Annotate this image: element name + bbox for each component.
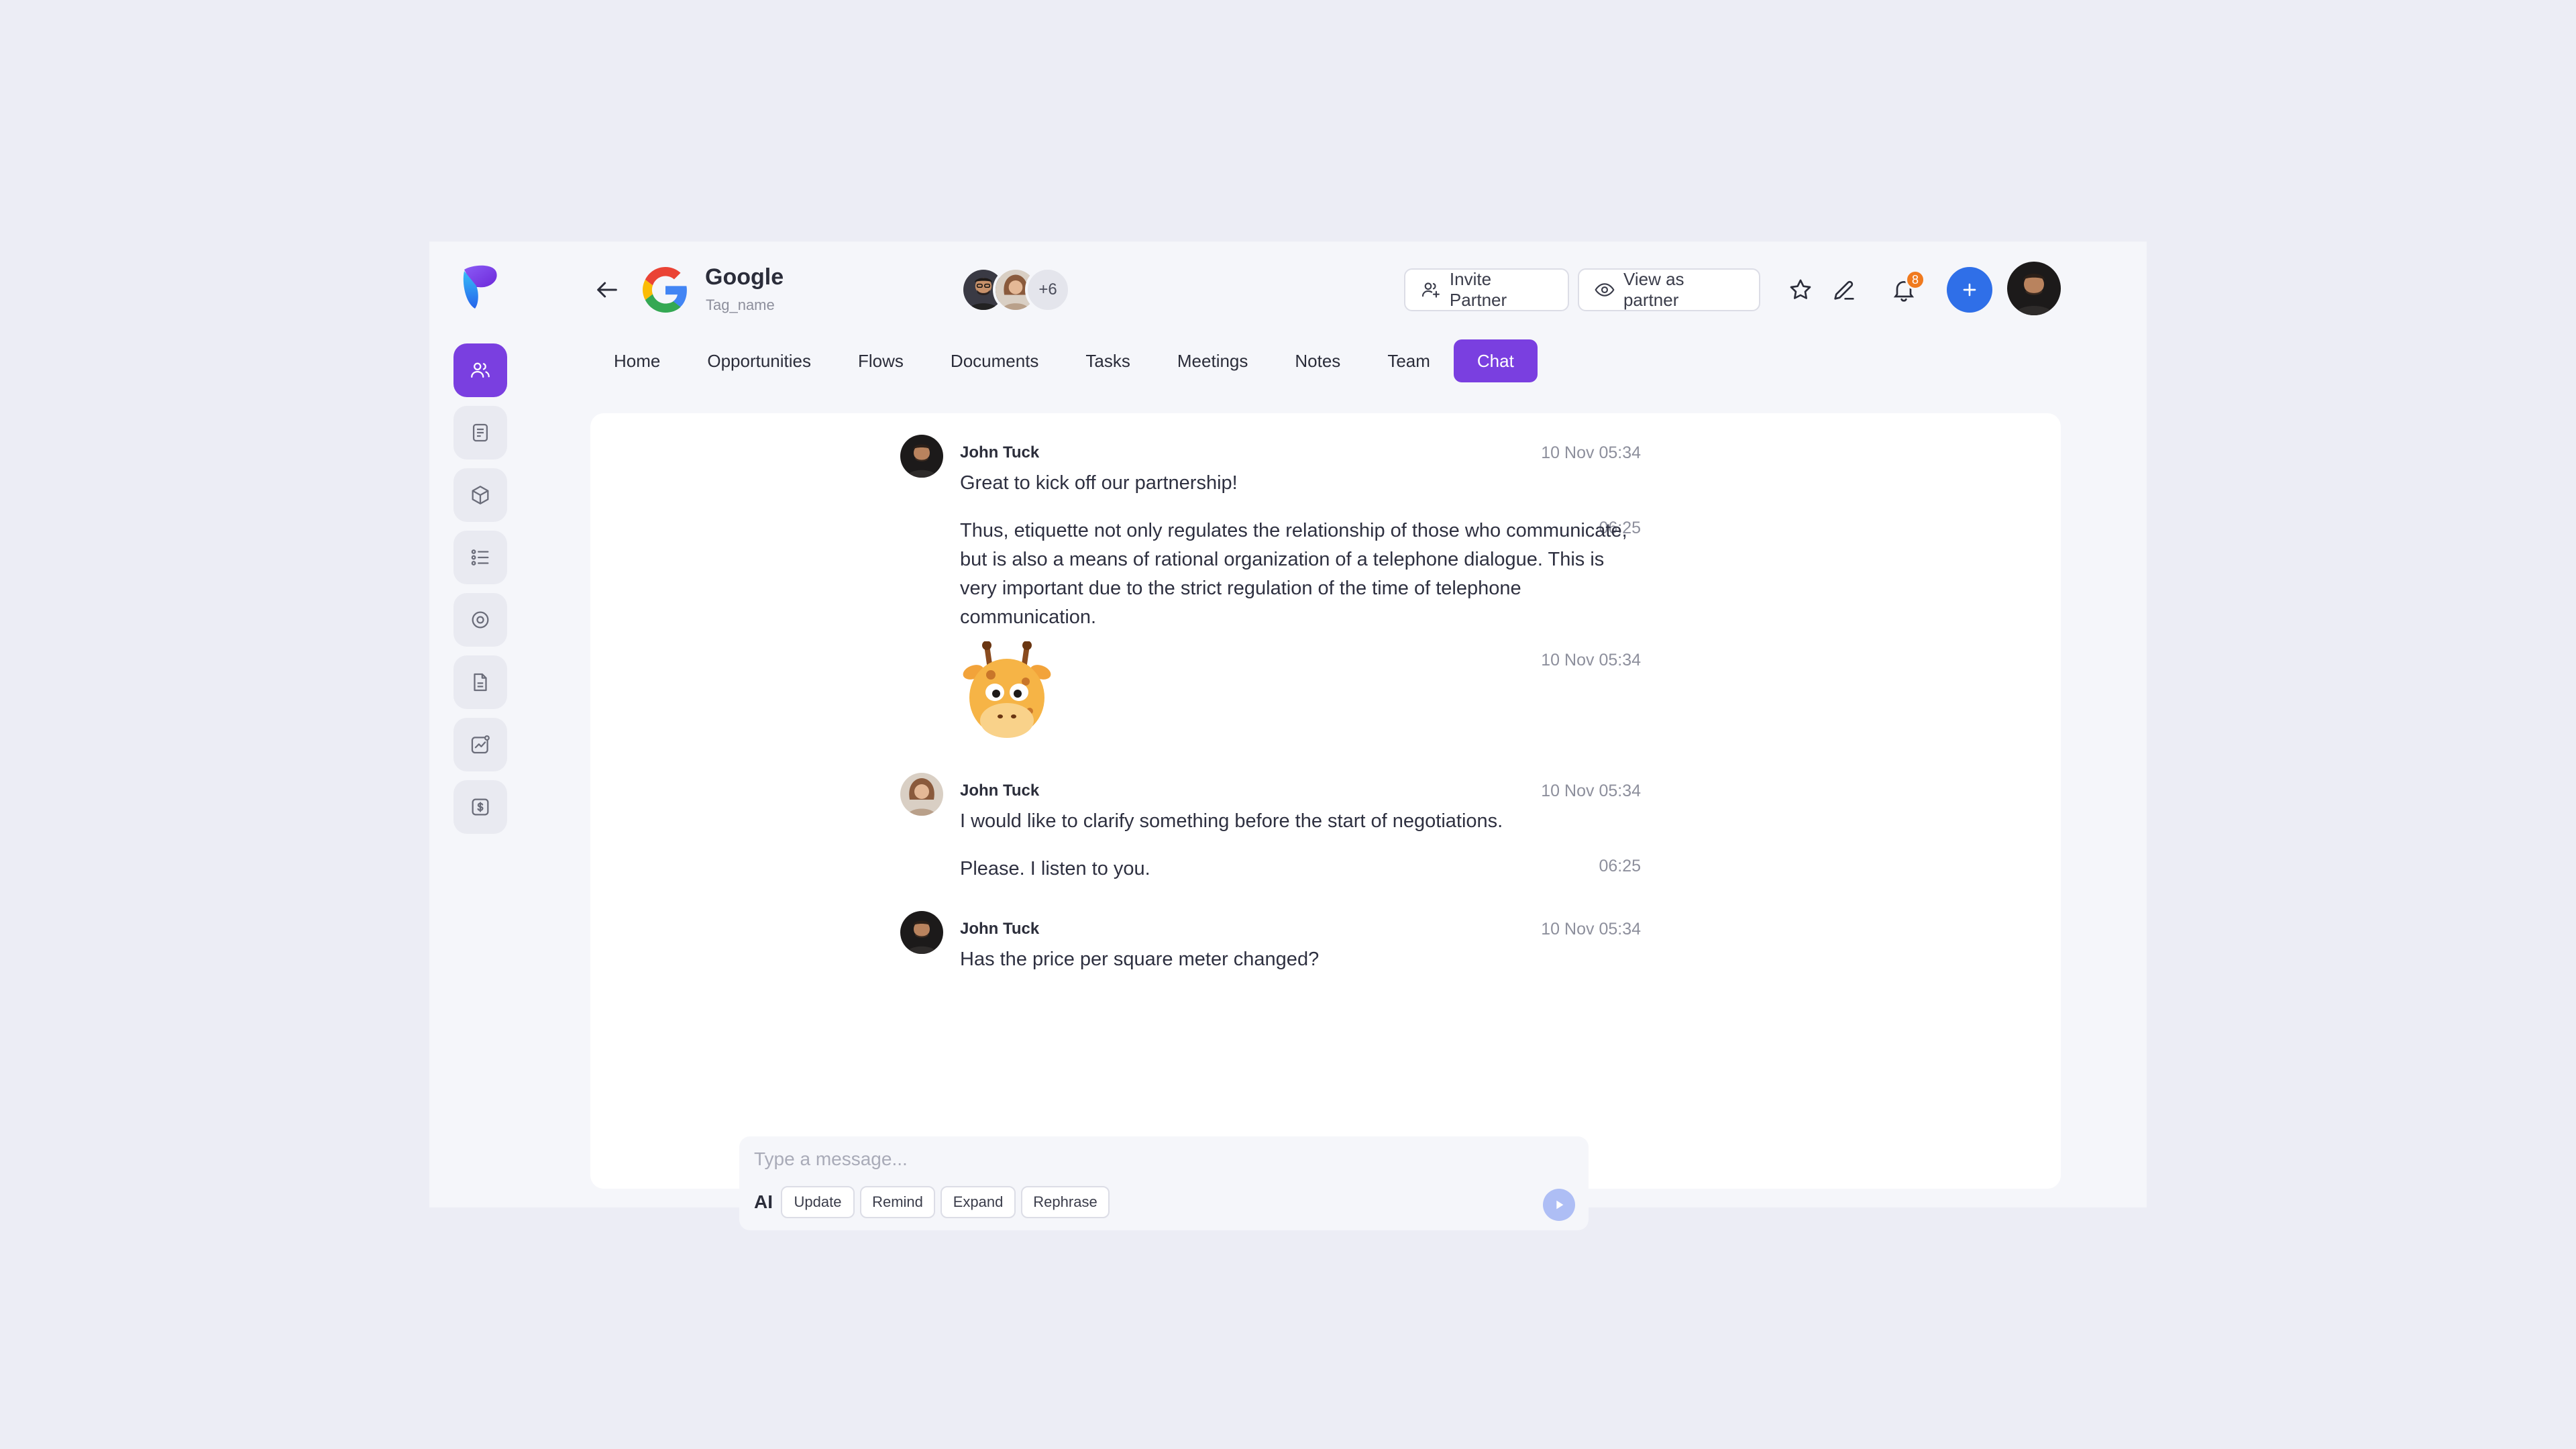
- tab-bar: Home Opportunities Flows Documents Tasks…: [590, 339, 1538, 382]
- tab-opportunities[interactable]: Opportunities: [684, 339, 835, 382]
- message-sender: John Tuck: [960, 920, 1040, 938]
- tab-documents[interactable]: Documents: [927, 339, 1063, 382]
- company-tag: Tag_name: [706, 297, 775, 313]
- message-text: Has the price per square meter changed?: [960, 949, 1320, 970]
- tab-team[interactable]: Team: [1364, 339, 1454, 382]
- document-list-icon: [472, 423, 488, 442]
- message-time: 10 Nov 05:34: [1541, 443, 1641, 462]
- message-time: 10 Nov 05:34: [1541, 920, 1641, 938]
- message-sender: John Tuck: [960, 782, 1040, 800]
- google-logo-icon: [643, 267, 687, 313]
- add-button[interactable]: [1947, 267, 1992, 313]
- company-name: Google: [705, 264, 784, 290]
- view-as-partner-label: View as partner: [1623, 269, 1684, 310]
- tab-chat[interactable]: Chat: [1453, 339, 1538, 382]
- edit-icon[interactable]: [1831, 276, 1858, 303]
- cube-icon: [472, 486, 489, 504]
- analytics-icon: [471, 735, 490, 754]
- user-avatar[interactable]: [2007, 262, 2061, 315]
- sidebar-item-documents[interactable]: [453, 406, 507, 460]
- file-icon: [474, 673, 487, 692]
- sender-avatar[interactable]: [900, 773, 943, 816]
- dollar-card-icon: [472, 798, 489, 816]
- message-time: 10 Nov 05:34: [1541, 651, 1641, 669]
- notification-badge: 8: [1905, 270, 1925, 290]
- message-time: 10 Nov 05:34: [1541, 782, 1641, 800]
- list-icon: [471, 549, 489, 566]
- message-composer: AI Update Remind Expand Rephrase: [739, 1136, 1589, 1230]
- send-icon: [1556, 1200, 1564, 1210]
- plus-icon: [1963, 283, 1976, 297]
- back-arrow-icon[interactable]: [594, 276, 621, 303]
- sender-avatar[interactable]: [900, 435, 943, 478]
- tab-flows[interactable]: Flows: [835, 339, 927, 382]
- message-text: Great to kick off our partnership!: [960, 472, 1238, 494]
- ai-rephrase-chip[interactable]: Rephrase: [1021, 1186, 1110, 1218]
- star-icon[interactable]: [1787, 276, 1814, 303]
- sidebar-item-payments[interactable]: [453, 780, 507, 834]
- ai-label: AI: [754, 1191, 773, 1212]
- sidebar-item-analytics[interactable]: [453, 718, 507, 771]
- app-logo-icon[interactable]: [459, 263, 502, 311]
- invite-partner-label: Invite Partner: [1449, 269, 1507, 310]
- invite-partner-button[interactable]: Invite Partner: [1404, 268, 1569, 311]
- add-user-icon: [1421, 282, 1440, 298]
- more-participants-counter[interactable]: +6: [1025, 267, 1071, 313]
- message-text: Please. I listen to you.: [960, 858, 1150, 879]
- app-window: Google Tag_name +6 Invite Partner View a…: [429, 241, 2147, 1230]
- ai-expand-chip[interactable]: Expand: [941, 1186, 1016, 1218]
- message-input[interactable]: [754, 1146, 1425, 1173]
- tab-tasks[interactable]: Tasks: [1062, 339, 1153, 382]
- tab-home[interactable]: Home: [590, 339, 684, 382]
- ai-update-chip[interactable]: Update: [781, 1186, 855, 1218]
- sidebar-item-partners[interactable]: [453, 343, 507, 397]
- chat-panel: John Tuck 10 Nov 05:34 Great to kick off…: [590, 413, 2061, 1189]
- message-text: I would like to clarify something before…: [960, 810, 1503, 832]
- sender-avatar[interactable]: [900, 911, 943, 954]
- eye-icon: [1595, 283, 1615, 297]
- tab-notes[interactable]: Notes: [1271, 339, 1364, 382]
- target-icon: [472, 611, 489, 629]
- users-icon: [471, 362, 490, 378]
- tab-meetings[interactable]: Meetings: [1154, 339, 1272, 382]
- send-button[interactable]: [1543, 1189, 1575, 1221]
- sidebar-item-lists[interactable]: [453, 531, 507, 584]
- ai-remind-chip[interactable]: Remind: [860, 1186, 935, 1218]
- view-as-partner-button[interactable]: View as partner: [1578, 268, 1760, 311]
- sidebar-item-goals[interactable]: [453, 593, 507, 647]
- message-text: Thus, etiquette not only regulates the r…: [960, 520, 1627, 628]
- message-sender: John Tuck: [960, 443, 1040, 462]
- sidebar-item-products[interactable]: [453, 468, 507, 522]
- sidebar-item-files[interactable]: [453, 655, 507, 709]
- giraffe-sticker-icon: [963, 641, 1051, 738]
